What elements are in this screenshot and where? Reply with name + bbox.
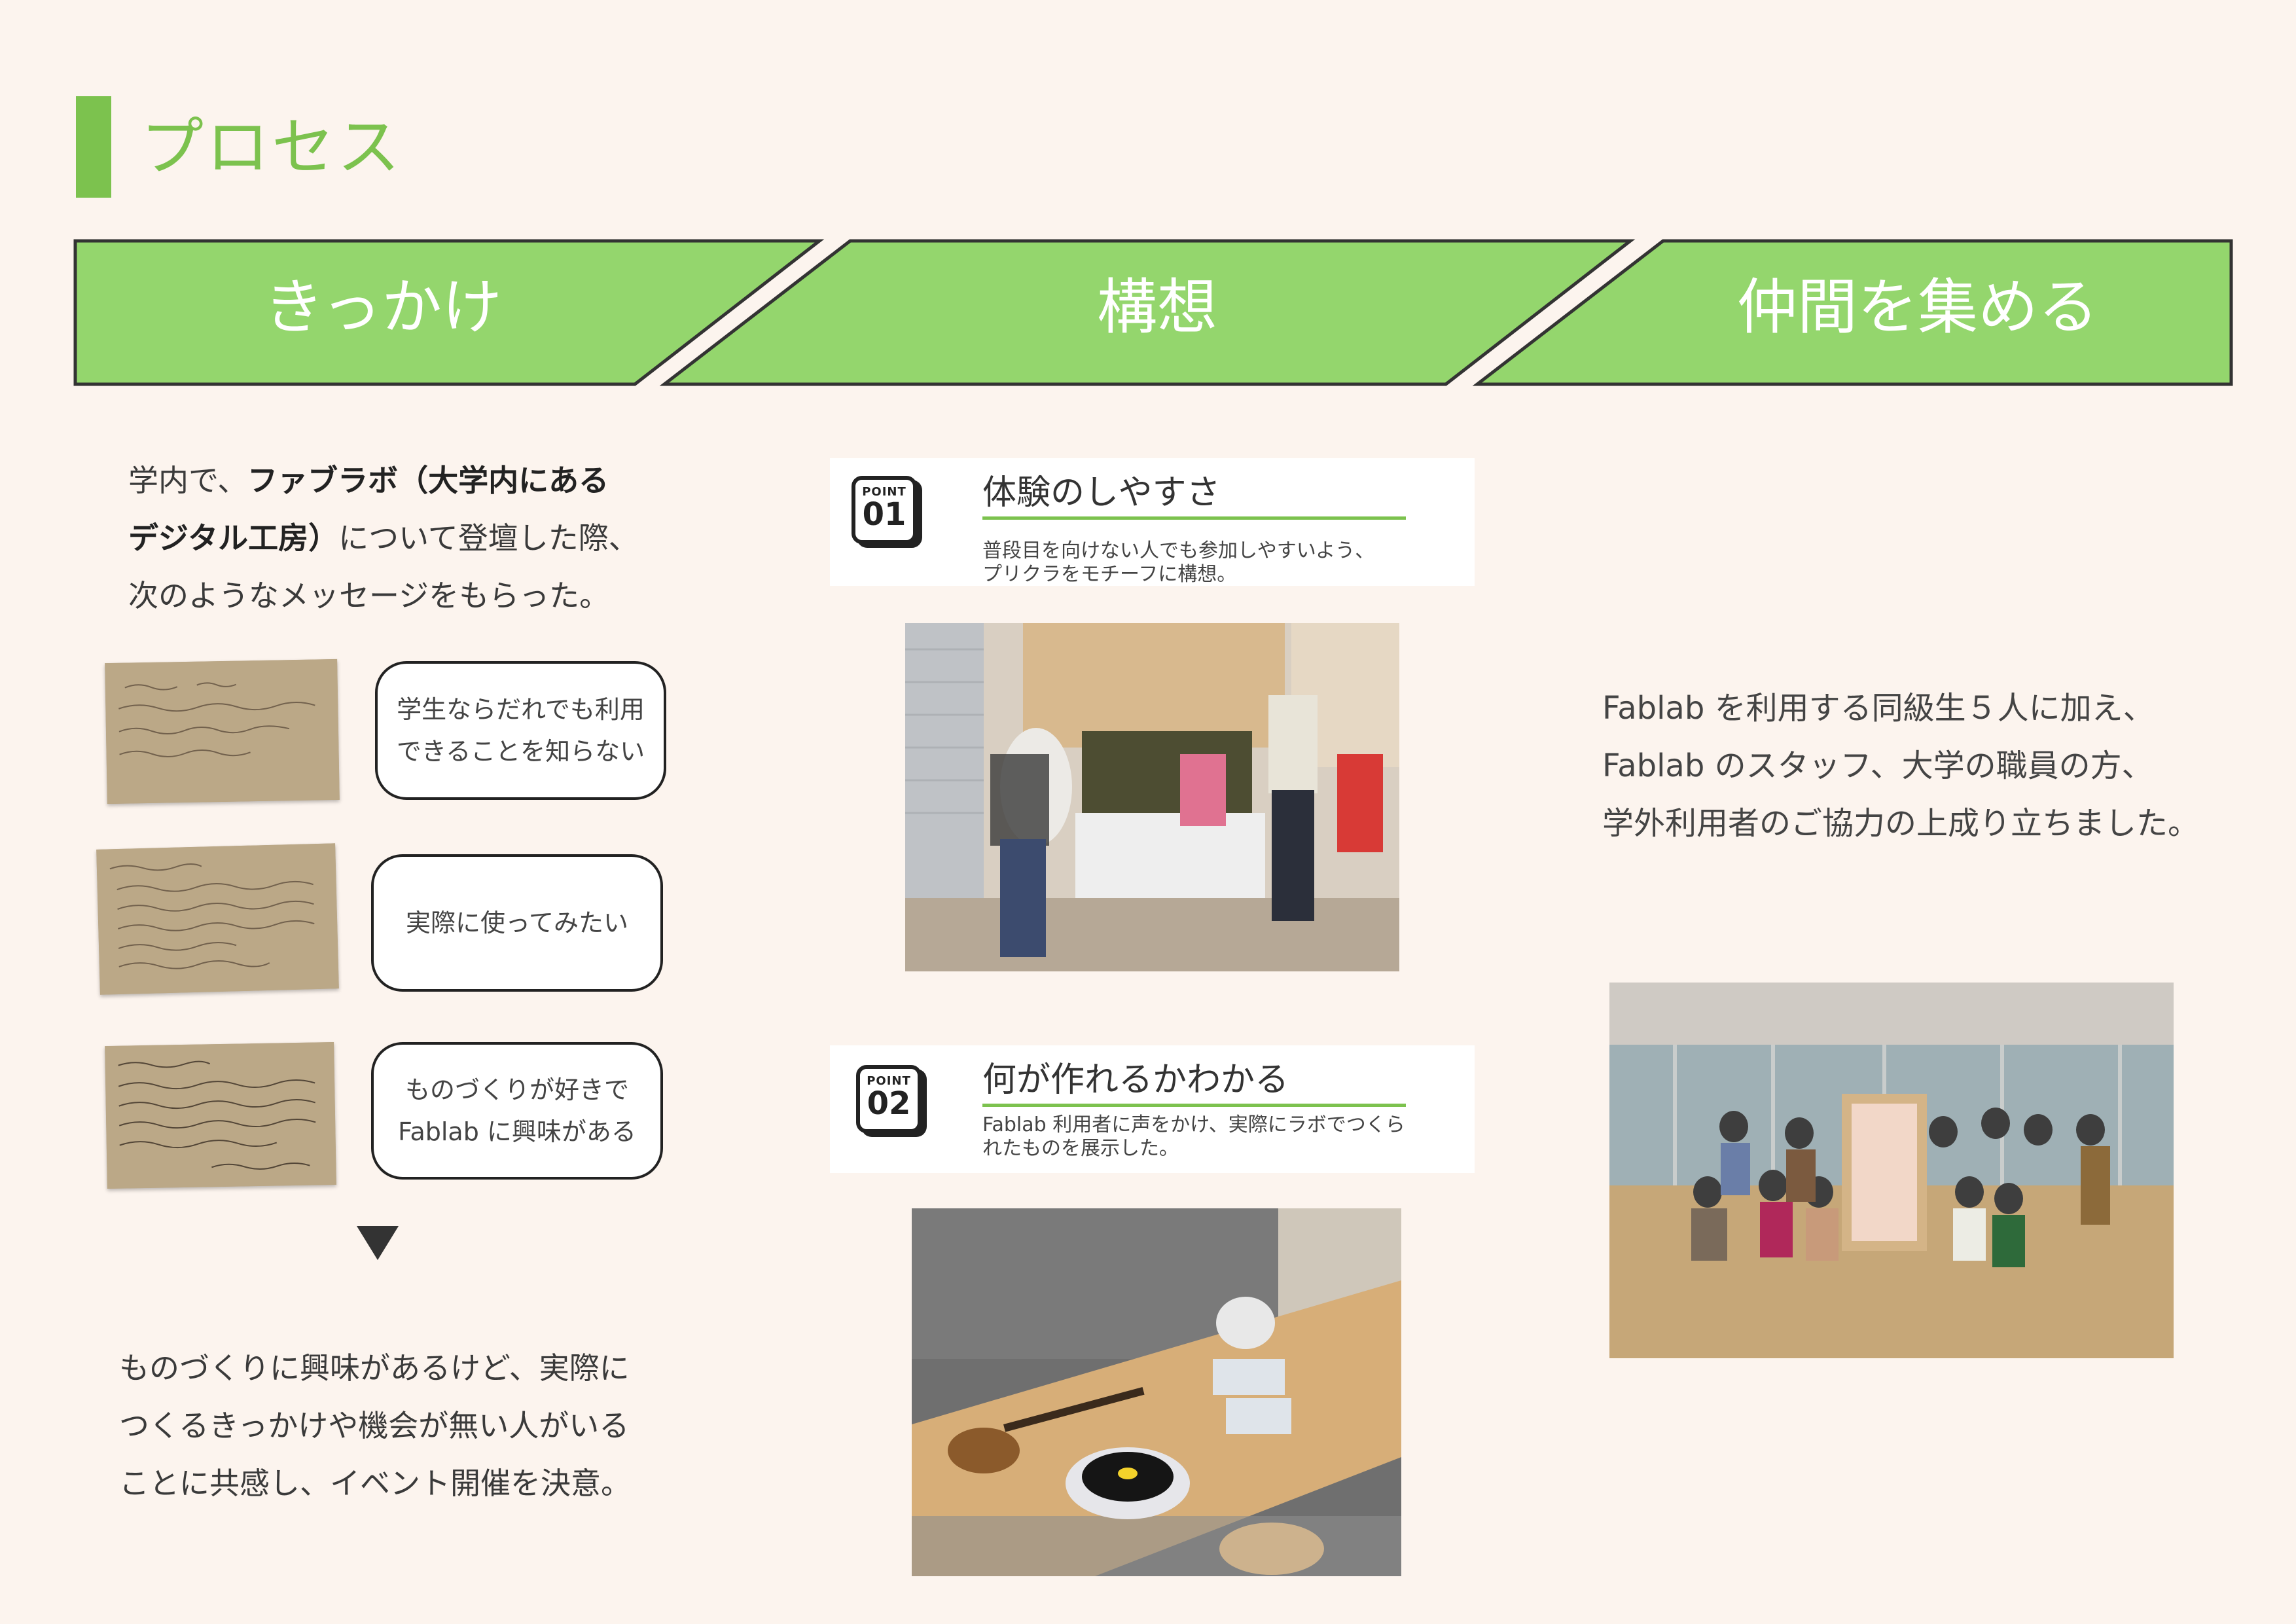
nakama-text-line: 学外利用者のご協力の上成り立ちました。 [1602, 805, 2200, 842]
message-bubble-1: 学生ならだれでも利用 できることを知らない [375, 661, 666, 800]
intro-emphasis: デジタル工房） [128, 520, 339, 556]
message-text: 学生ならだれでも利用 [397, 695, 645, 724]
intro-text: 学内で、 [128, 463, 248, 498]
page-title: プロセス [141, 111, 403, 184]
nakama-text-line: Fablab のスタッフ、大学の職員の方、 [1602, 748, 2153, 784]
kikkake-intro: 学内で、ファブラボ（大学内にある デジタル工房）について登壇した際、 次のような… [128, 452, 639, 624]
banner-step-kousou: 構想 [1096, 272, 1218, 342]
point-description-line: プリクラをモチーフに構想。 [982, 563, 1237, 586]
point-badge: POINT 01 [852, 476, 917, 544]
message-text: Fablab に興味がある [398, 1117, 636, 1146]
photo-prikura-experience [905, 623, 1399, 971]
nakama-text: Fablab を利用する同級生５人に加え、 Fablab のスタッフ、大学の職員… [1602, 679, 2199, 852]
point-badge: POINT 02 [856, 1065, 922, 1133]
intro-text: 次のようなメッセージをもらった。 [128, 578, 610, 613]
kikkake-conclusion: ものづくりに興味があるけど、実際に つくるきっかけや機会が無い人がいる ことに共… [119, 1339, 631, 1512]
point-badge-number: 02 [867, 1085, 911, 1122]
point-underline [982, 516, 1406, 520]
point-underline [982, 1104, 1406, 1107]
message-bubble-3: ものづくりが好きで Fablab に興味がある [371, 1042, 663, 1180]
message-text: できることを知らない [396, 737, 645, 766]
banner-step-nakama: 仲間を集める [1736, 272, 2099, 342]
point-card-2: POINT 02 何が作れるかわかる Fablab 利用者に声をかけ、実際にラボ… [830, 1045, 1475, 1173]
conclusion-text: ものづくりに興味があるけど、実際に [119, 1350, 630, 1386]
handwritten-card-3 [105, 1041, 336, 1189]
point-description: 普段目を向けない人でも参加しやすいよう、 プリクラをモチーフに構想。 [982, 539, 1374, 586]
point-description: Fablab 利用者に声をかけ、実際にラボでつくら れたものを展示した。 [982, 1113, 1405, 1161]
banner-step-kikkake: きっかけ [263, 272, 503, 342]
point-description-line: Fablab 利用者に声をかけ、実際にラボでつくら [982, 1113, 1405, 1136]
point-description-line: れたものを展示した。 [982, 1137, 1179, 1160]
conclusion-text: つくるきっかけや機会が無い人がいる [119, 1408, 630, 1443]
title-accent-bar [76, 96, 111, 198]
intro-text: について登壇した際、 [338, 520, 639, 556]
handwritten-card-2 [96, 843, 339, 995]
message-text: ものづくりが好きで [404, 1075, 629, 1104]
message-text: 実際に使ってみたい [405, 909, 629, 937]
point-card-1: POINT 01 体験のしやすさ 普段目を向けない人でも参加しやすいよう、 プリ… [830, 458, 1475, 586]
photo-exhibition-table [912, 1208, 1401, 1576]
point-badge-number: 01 [862, 496, 906, 533]
conclusion-text: ことに共感し、イベント開催を決意。 [119, 1466, 631, 1501]
message-bubble-2: 実際に使ってみたい [371, 854, 663, 992]
arrow-down-icon [357, 1226, 399, 1260]
point-description-line: 普段目を向けない人でも参加しやすいよう、 [982, 539, 1375, 562]
photo-team-group [1609, 983, 2174, 1358]
point-title: 体験のしやすさ [982, 473, 1221, 513]
nakama-text-line: Fablab を利用する同級生５人に加え、 [1602, 690, 2155, 727]
handwritten-card-1 [105, 659, 340, 804]
point-title: 何が作れるかわかる [982, 1060, 1289, 1100]
intro-emphasis: ファブラボ（大学内にある [247, 463, 609, 498]
